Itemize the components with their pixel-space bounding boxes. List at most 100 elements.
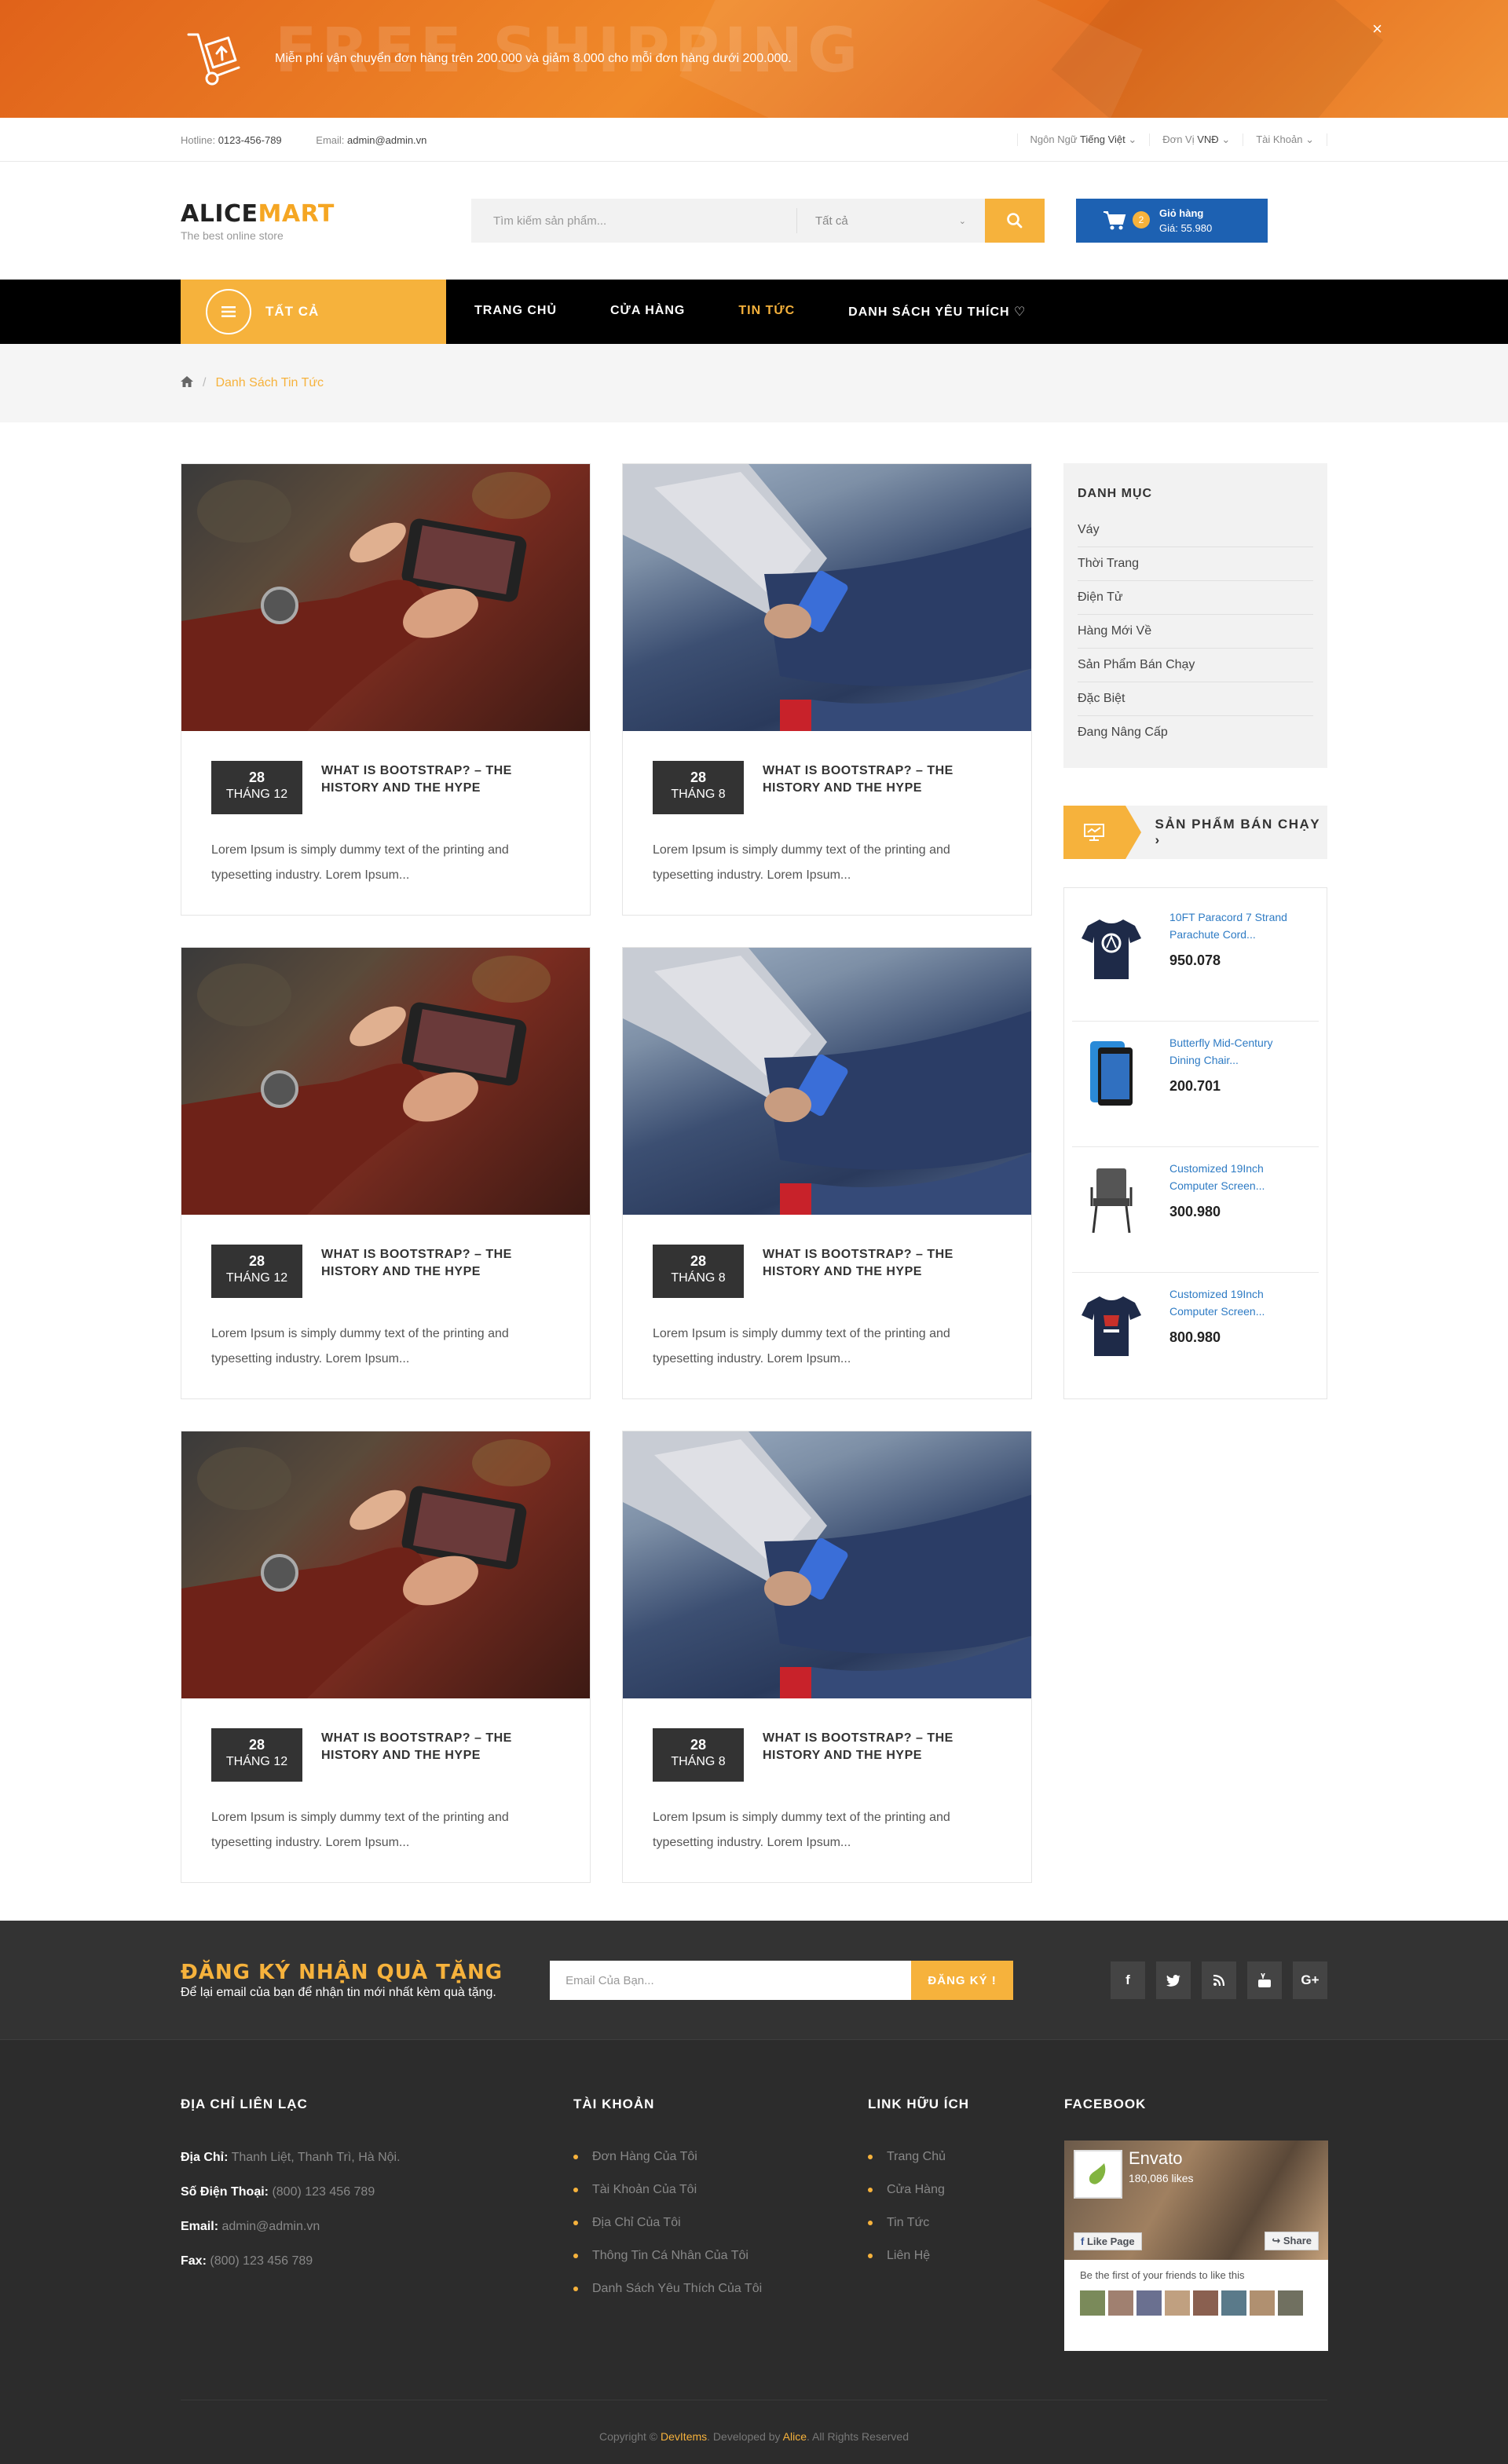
search-icon (1007, 213, 1023, 228)
footer-useful-links: LINK HỮU ÍCH Trang Chủ Cửa Hàng Tin Tức … (868, 2097, 1064, 2351)
search-button[interactable] (985, 199, 1045, 243)
post-image[interactable] (181, 464, 590, 731)
facebook-friends-text: Be the first of your friends to like thi… (1080, 2269, 1245, 2281)
product-name[interactable]: 10FT Paracord 7 Strand Parachute Cord... (1169, 908, 1287, 943)
facebook-like-button[interactable]: f Like Page (1074, 2232, 1142, 2250)
category-item[interactable]: Hàng Mới Về (1078, 615, 1313, 649)
nav-item-wishlist[interactable]: DANH SÁCH YÊU THÍCH ♡ (848, 304, 1026, 320)
footer-link[interactable]: Tài Khoản Của Tôi (573, 2173, 868, 2206)
product-item[interactable]: Customized 19Inch Computer Screen... 300.… (1072, 1147, 1319, 1273)
post-card[interactable]: 28 THÁNG 8 WHAT IS BOOTSTRAP? – THE HISTO… (622, 947, 1032, 1399)
product-name[interactable]: Butterfly Mid-Century Dining Chair... (1169, 1034, 1272, 1069)
category-item[interactable]: Sản Phẩm Bán Chạy (1078, 649, 1313, 682)
product-item[interactable]: 10FT Paracord 7 Strand Parachute Cord... … (1072, 896, 1319, 1022)
newsletter-subtitle: Để lại email của bạn để nhận tin mới nhấ… (181, 1986, 496, 1999)
subscribe-button[interactable]: ĐĂNG KÝ ! (911, 1961, 1014, 2000)
facebook-icon[interactable]: f (1111, 1961, 1145, 1999)
product-name[interactable]: Customized 19Inch Computer Screen... (1169, 1285, 1265, 1320)
post-card[interactable]: 28 THÁNG 12 WHAT IS BOOTSTRAP? – THE HIST… (181, 1431, 591, 1883)
footer-link[interactable]: Thông Tin Cá Nhân Của Tôi (573, 2239, 868, 2272)
product-item[interactable]: Butterfly Mid-Century Dining Chair... 200… (1072, 1022, 1319, 1147)
post-card[interactable]: 28 THÁNG 8 WHAT IS BOOTSTRAP? – THE HISTO… (622, 1431, 1032, 1883)
post-title[interactable]: WHAT IS BOOTSTRAP? – THE HISTORY AND THE… (763, 1245, 1001, 1298)
product-price: 200.701 (1169, 1078, 1221, 1094)
language-dropdown[interactable]: Ngôn Ngữ Tiếng Việt ⌄ (1016, 133, 1150, 146)
category-box: DANH MỤC Váy Thời Trang Điện Tử Hàng Mới… (1063, 463, 1327, 768)
tshirt-icon[interactable] (1072, 1285, 1151, 1364)
category-item[interactable]: Đặc Biệt (1078, 682, 1313, 716)
product-price: 800.980 (1169, 1329, 1221, 1345)
footer-link[interactable]: Liên Hệ (868, 2239, 1064, 2272)
home-icon[interactable] (181, 375, 193, 391)
post-image[interactable] (181, 948, 590, 1215)
chair-icon[interactable] (1072, 1160, 1151, 1238)
post-image[interactable] (623, 1431, 1031, 1698)
breadcrumb-current: Danh Sách Tin Tức (215, 376, 324, 389)
category-item[interactable]: Thời Trang (1078, 547, 1313, 581)
post-image[interactable] (181, 1431, 590, 1698)
facebook-widget[interactable]: Envato 180,086 likes f Like Page ↪ Share… (1064, 2140, 1328, 2351)
post-card[interactable]: 28 THÁNG 12 WHAT IS BOOTSTRAP? – THE HIST… (181, 947, 591, 1399)
facebook-faces (1064, 2290, 1328, 2316)
nav-item-shop[interactable]: CỬA HÀNG (610, 304, 685, 320)
rss-icon[interactable] (1202, 1961, 1236, 1999)
promo-watermark-text: FREE SHIPPING (275, 16, 863, 86)
search-input[interactable]: Tìm kiếm sản phẩm... (471, 199, 796, 243)
cart-count-badge: 2 (1133, 211, 1150, 228)
footer-link[interactable]: Địa Chỉ Của Tôi (573, 2206, 868, 2239)
footer-email: Email: admin@admin.vn (181, 2220, 320, 2233)
hotline: Hotline: 0123-456-789 (181, 133, 282, 146)
post-title[interactable]: WHAT IS BOOTSTRAP? – THE HISTORY AND THE… (321, 1245, 560, 1298)
product-item[interactable]: Customized 19Inch Computer Screen... 800.… (1072, 1273, 1319, 1398)
twitter-icon[interactable] (1156, 1961, 1191, 1999)
menu-icon (206, 289, 251, 335)
post-title[interactable]: WHAT IS BOOTSTRAP? – THE HISTORY AND THE… (321, 1728, 560, 1782)
cart-button[interactable]: 2 Giỏ hàng Giá: 55.980 (1076, 199, 1268, 243)
facebook-share-button[interactable]: ↪ Share (1265, 2232, 1319, 2250)
category-title: DANH MỤC (1078, 487, 1153, 500)
tshirt-icon[interactable] (1072, 908, 1151, 987)
footer-link[interactable]: Cửa Hàng (868, 2173, 1064, 2206)
post-title[interactable]: WHAT IS BOOTSTRAP? – THE HISTORY AND THE… (763, 1728, 1001, 1782)
category-item[interactable]: Đang Nâng Cấp (1078, 716, 1313, 749)
nav-item-news[interactable]: TIN TỨC (738, 304, 795, 320)
post-excerpt: Lorem Ipsum is simply dummy text of the … (653, 1327, 950, 1365)
post-card[interactable]: 28 THÁNG 8 WHAT IS BOOTSTRAP? – THE HISTO… (622, 463, 1032, 916)
footer-contact-title: ĐỊA CHỈ LIÊN LẠC (181, 2097, 308, 2111)
footer-link[interactable]: Trang Chủ (868, 2140, 1064, 2173)
tablet-icon[interactable] (1072, 1034, 1151, 1113)
site-logo[interactable]: ALICEMART The best online store (181, 200, 471, 242)
footer-link[interactable]: Tin Tức (868, 2206, 1064, 2239)
search-category-select[interactable]: Tất cả ⌄ (796, 199, 985, 243)
google-plus-icon[interactable]: G+ (1293, 1961, 1327, 1999)
facebook-page-name[interactable]: Envato (1129, 2148, 1183, 2169)
all-categories-button[interactable]: TẤT CẢ (181, 280, 446, 344)
product-price: 950.078 (1169, 952, 1221, 968)
envato-logo-icon (1074, 2150, 1122, 2199)
top-email: Email: admin@admin.vn (316, 133, 427, 146)
category-item[interactable]: Điện Tử (1078, 581, 1313, 615)
best-seller-header[interactable]: SẢN PHẨM BÁN CHẠY › (1063, 806, 1327, 859)
youtube-icon[interactable] (1247, 1961, 1282, 1999)
social-links: f G+ (1111, 1961, 1327, 1999)
footer-link[interactable]: Danh Sách Yêu Thích Của Tôi (573, 2272, 868, 2305)
newsletter-email-input[interactable]: Email Của Bạn... (550, 1961, 912, 2000)
footer-link[interactable]: Đơn Hàng Của Tôi (573, 2140, 868, 2173)
nav-item-home[interactable]: TRANG CHỦ (474, 304, 557, 320)
facebook-likes: 180,086 likes (1129, 2172, 1194, 2184)
chevron-down-icon: ⌄ (958, 216, 966, 226)
best-seller-title: SẢN PHẨM BÁN CHẠY › (1155, 817, 1320, 847)
footer-facebook-title: FACEBOOK (1064, 2097, 1147, 2111)
post-image[interactable] (623, 948, 1031, 1215)
close-icon[interactable]: × (1372, 19, 1382, 39)
category-item[interactable]: Váy (1078, 514, 1313, 547)
logo-tagline: The best online store (181, 228, 284, 242)
post-title[interactable]: WHAT IS BOOTSTRAP? – THE HISTORY AND THE… (763, 761, 1001, 814)
account-dropdown[interactable]: Tài Khoản ⌄ (1243, 133, 1327, 146)
post-card[interactable]: 28 THÁNG 12 WHAT IS BOOTSTRAP? – THE HIST… (181, 463, 591, 916)
currency-dropdown[interactable]: Đơn Vị VNĐ ⌄ (1149, 133, 1243, 146)
product-name[interactable]: Customized 19Inch Computer Screen... (1169, 1160, 1265, 1194)
post-image[interactable] (623, 464, 1031, 731)
post-excerpt: Lorem Ipsum is simply dummy text of the … (653, 1811, 950, 1849)
post-title[interactable]: WHAT IS BOOTSTRAP? – THE HISTORY AND THE… (321, 761, 560, 814)
